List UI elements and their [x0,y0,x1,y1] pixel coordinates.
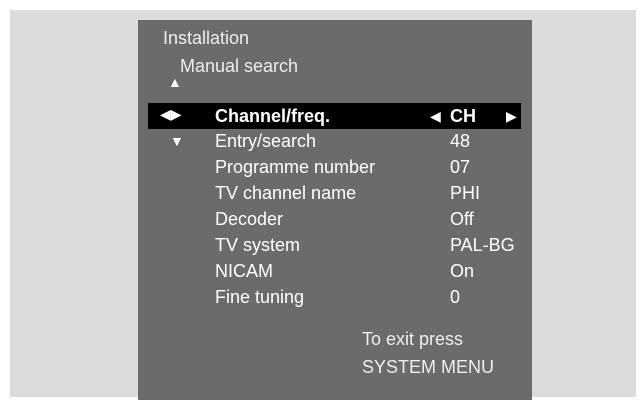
left-arrow-icon[interactable]: ◀ [430,108,441,125]
menu-row-value: PHI [450,183,481,203]
menu-row-entry-search[interactable]: Entry/search 48 [138,131,532,157]
exit-hint-line2: SYSTEM MENU [362,357,495,377]
menu-row-label: Programme number [215,157,376,177]
menu-row-tv-system[interactable]: TV system PAL-BG [138,235,532,261]
right-arrow-icon[interactable]: ▶ [506,108,517,125]
menu-row-decoder[interactable]: Decoder Off [138,209,532,235]
menu-row-value: 07 [450,157,471,177]
menu-row-value: Off [450,209,474,229]
menu-row-label: Entry/search [215,131,317,151]
menu-row-nicam[interactable]: NICAM On [138,261,532,287]
menu-title: Installation [163,28,250,48]
left-right-arrow-icon: ◀▶ [160,106,182,122]
selected-row-channel-freq[interactable]: ◀▶ Channel/freq. ◀ CH ▶ [148,103,521,129]
menu-row-label: Decoder [215,209,284,229]
menu-row-programme-number[interactable]: Programme number 07 [138,157,532,183]
exit-hint-line1: To exit press [362,329,464,349]
menu-row-value: On [450,261,475,281]
menu-row-value: 0 [450,287,461,307]
menu-row-value: PAL-BG [450,235,515,255]
menu-row-tv-channel-name[interactable]: TV channel name PHI [138,183,532,209]
selected-row-value: CH [450,106,476,126]
menu-row-label: TV system [215,235,301,255]
osd-menu-panel: Installation Manual search ▲ ◀▶ Channel/… [138,20,532,400]
up-arrow-icon[interactable]: ▲ [168,75,182,89]
menu-row-fine-tuning[interactable]: Fine tuning 0 [138,287,532,313]
screen-frame: Installation Manual search ▲ ◀▶ Channel/… [10,10,636,400]
selected-row-label: Channel/freq. [215,106,331,126]
menu-row-value: 48 [450,131,471,151]
menu-row-label: Fine tuning [215,287,305,307]
menu-subtitle: Manual search [180,56,299,76]
menu-row-label: NICAM [215,261,273,281]
menu-row-label: TV channel name [215,183,357,203]
